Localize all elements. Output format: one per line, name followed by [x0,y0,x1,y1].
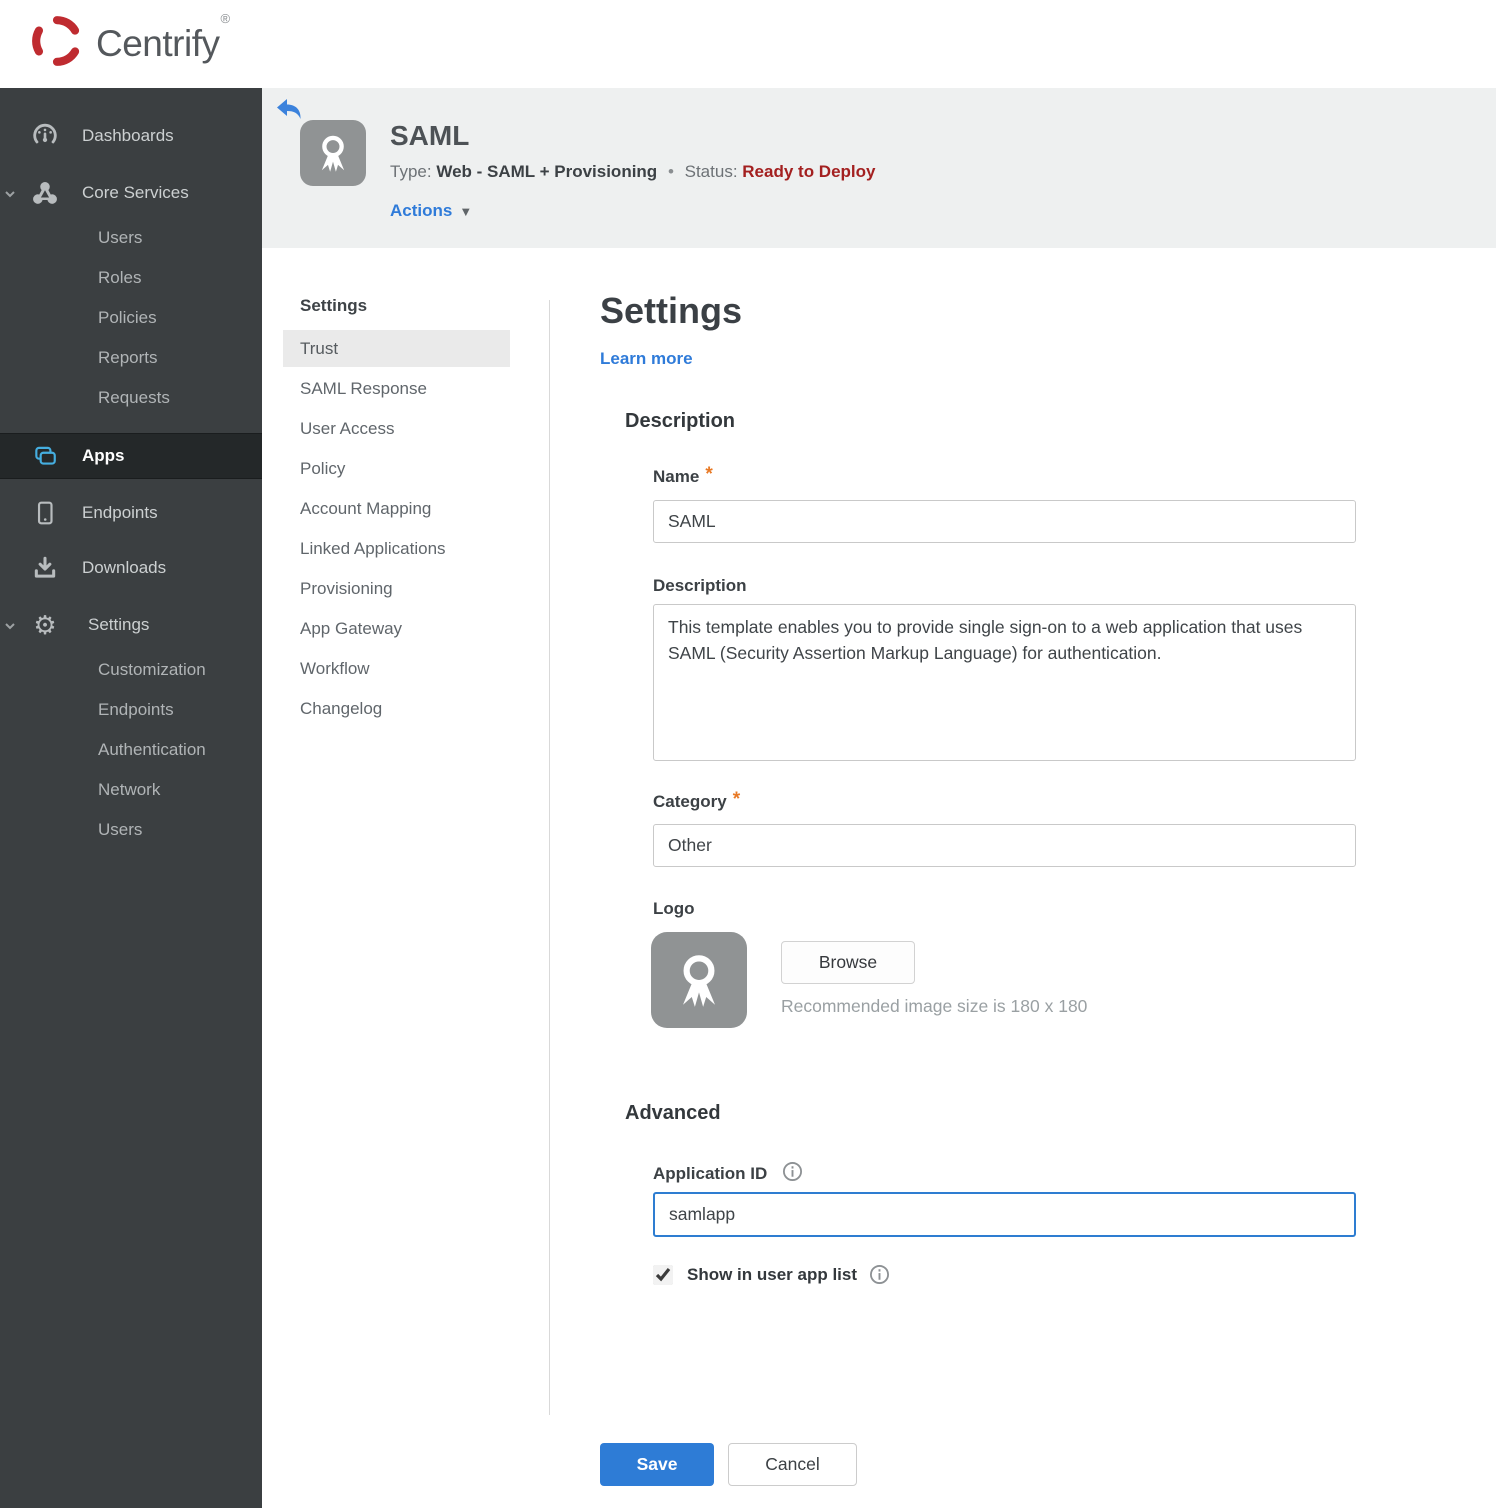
sidebar-item-requests[interactable]: Requests [98,388,170,408]
info-icon[interactable] [782,1161,803,1182]
actions-dropdown[interactable]: Actions ▼ [390,201,472,221]
registered-mark: ® [220,10,230,26]
show-in-app-list-label: Show in user app list [687,1264,858,1284]
core-services-icon [32,180,58,206]
sidebar-item-apps[interactable]: Apps [0,433,262,479]
sidebar-item-settings[interactable]: ⚙ Settings [0,605,262,645]
status-label: Status: [684,162,738,181]
actions-label: Actions [390,201,453,220]
sidebar-item-label: Endpoints [82,503,158,522]
sidebar-item-policies[interactable]: Policies [98,308,157,328]
application-id-field[interactable] [653,1192,1356,1237]
vertical-divider [549,300,550,1415]
app-title: SAML [390,120,470,151]
tab-saml-response[interactable]: SAML Response [283,370,510,407]
category-field[interactable] [653,824,1356,867]
name-label: Name * [653,464,713,486]
caret-down-icon: ▼ [459,204,473,219]
logo-size-hint: Recommended image size is 180 x 180 [781,996,1088,1016]
back-arrow-icon[interactable] [276,98,302,120]
type-label: Type: [390,162,432,181]
gauge-icon [32,123,58,149]
name-field[interactable] [653,500,1356,543]
category-label: Category * [653,789,741,811]
show-in-app-list-row: Show in user app list [653,1264,890,1285]
sidebar-item-endpoints[interactable]: Endpoints [0,493,262,533]
sidebar-item-network[interactable]: Network [98,780,160,800]
sidebar-item-core-services[interactable]: Core Services [0,173,262,213]
status-badge: Ready to Deploy [742,162,876,181]
sidebar-item-reports[interactable]: Reports [98,348,158,368]
sidebar-item-dashboards[interactable]: Dashboards [0,116,262,156]
browse-button[interactable]: Browse [781,941,915,984]
page-title: Settings [600,290,743,331]
sidebar-item-roles[interactable]: Roles [98,268,141,288]
required-asterisk: * [732,789,741,810]
app-logo-icon [300,120,366,186]
description-section-heading: Description [625,410,736,432]
tab-account-mapping[interactable]: Account Mapping [283,490,510,527]
tab-changelog[interactable]: Changelog [283,690,510,727]
sidebar-item-endpoints-settings[interactable]: Endpoints [98,700,174,720]
learn-more-link[interactable]: Learn more [600,349,693,369]
tab-linked-applications[interactable]: Linked Applications [283,530,510,567]
sidebar-item-label: Downloads [82,558,167,577]
sidebar-item-label: Core Services [82,183,189,202]
app-meta-line: Type: Web - SAML + Provisioning • Status… [390,162,875,182]
sidebar-item-users[interactable]: Users [98,228,142,248]
meta-separator: • [667,162,674,181]
sidebar-item-authentication[interactable]: Authentication [98,740,206,760]
subnav-header: Settings [300,296,368,315]
apps-icon [32,443,58,469]
logo-label: Logo [653,899,695,918]
cancel-button[interactable]: Cancel [728,1443,857,1486]
sidebar-item-label: Settings [88,615,150,634]
sidebar-item-downloads[interactable]: Downloads [0,548,262,588]
award-ribbon-icon [683,955,715,1007]
sidebar-item-label: Dashboards [82,126,174,145]
show-in-app-list-checkbox[interactable] [653,1264,673,1285]
sidebar-item-users-settings[interactable]: Users [98,820,142,840]
tab-workflow[interactable]: Workflow [283,650,510,687]
tab-user-access[interactable]: User Access [283,410,510,447]
app-header-band: SAML Type: Web - SAML + Provisioning • S… [262,88,1496,248]
required-asterisk: * [705,464,713,485]
page-root: Centrify® Dashboards Core Services Users… [0,0,1496,1508]
info-icon[interactable] [869,1264,890,1285]
download-icon [32,555,58,581]
sidebar-item-customization[interactable]: Customization [98,660,206,680]
type-value: Web - SAML + Provisioning [436,162,658,181]
description-field[interactable]: This template enables you to provide sin… [653,604,1356,761]
sidebar-item-label: Apps [82,446,125,465]
brand-logo: Centrify® [28,10,230,75]
tab-provisioning[interactable]: Provisioning [283,570,510,607]
tab-policy[interactable]: Policy [283,450,510,487]
description-label: Description [653,576,747,595]
gear-icon: ⚙ [33,610,57,640]
logo-preview [651,932,747,1028]
advanced-section-heading: Advanced [625,1102,721,1124]
device-icon [32,500,58,526]
save-button[interactable]: Save [600,1443,714,1486]
application-id-label: Application ID [653,1158,803,1184]
tab-app-gateway[interactable]: App Gateway [283,610,510,647]
centrify-logo-icon [28,12,86,75]
top-header: Centrify® [0,0,1496,88]
tab-trust[interactable]: Trust [283,330,510,367]
brand-name: Centrify® [96,10,230,64]
sidebar: Dashboards Core Services Users Roles Pol… [0,88,262,1508]
